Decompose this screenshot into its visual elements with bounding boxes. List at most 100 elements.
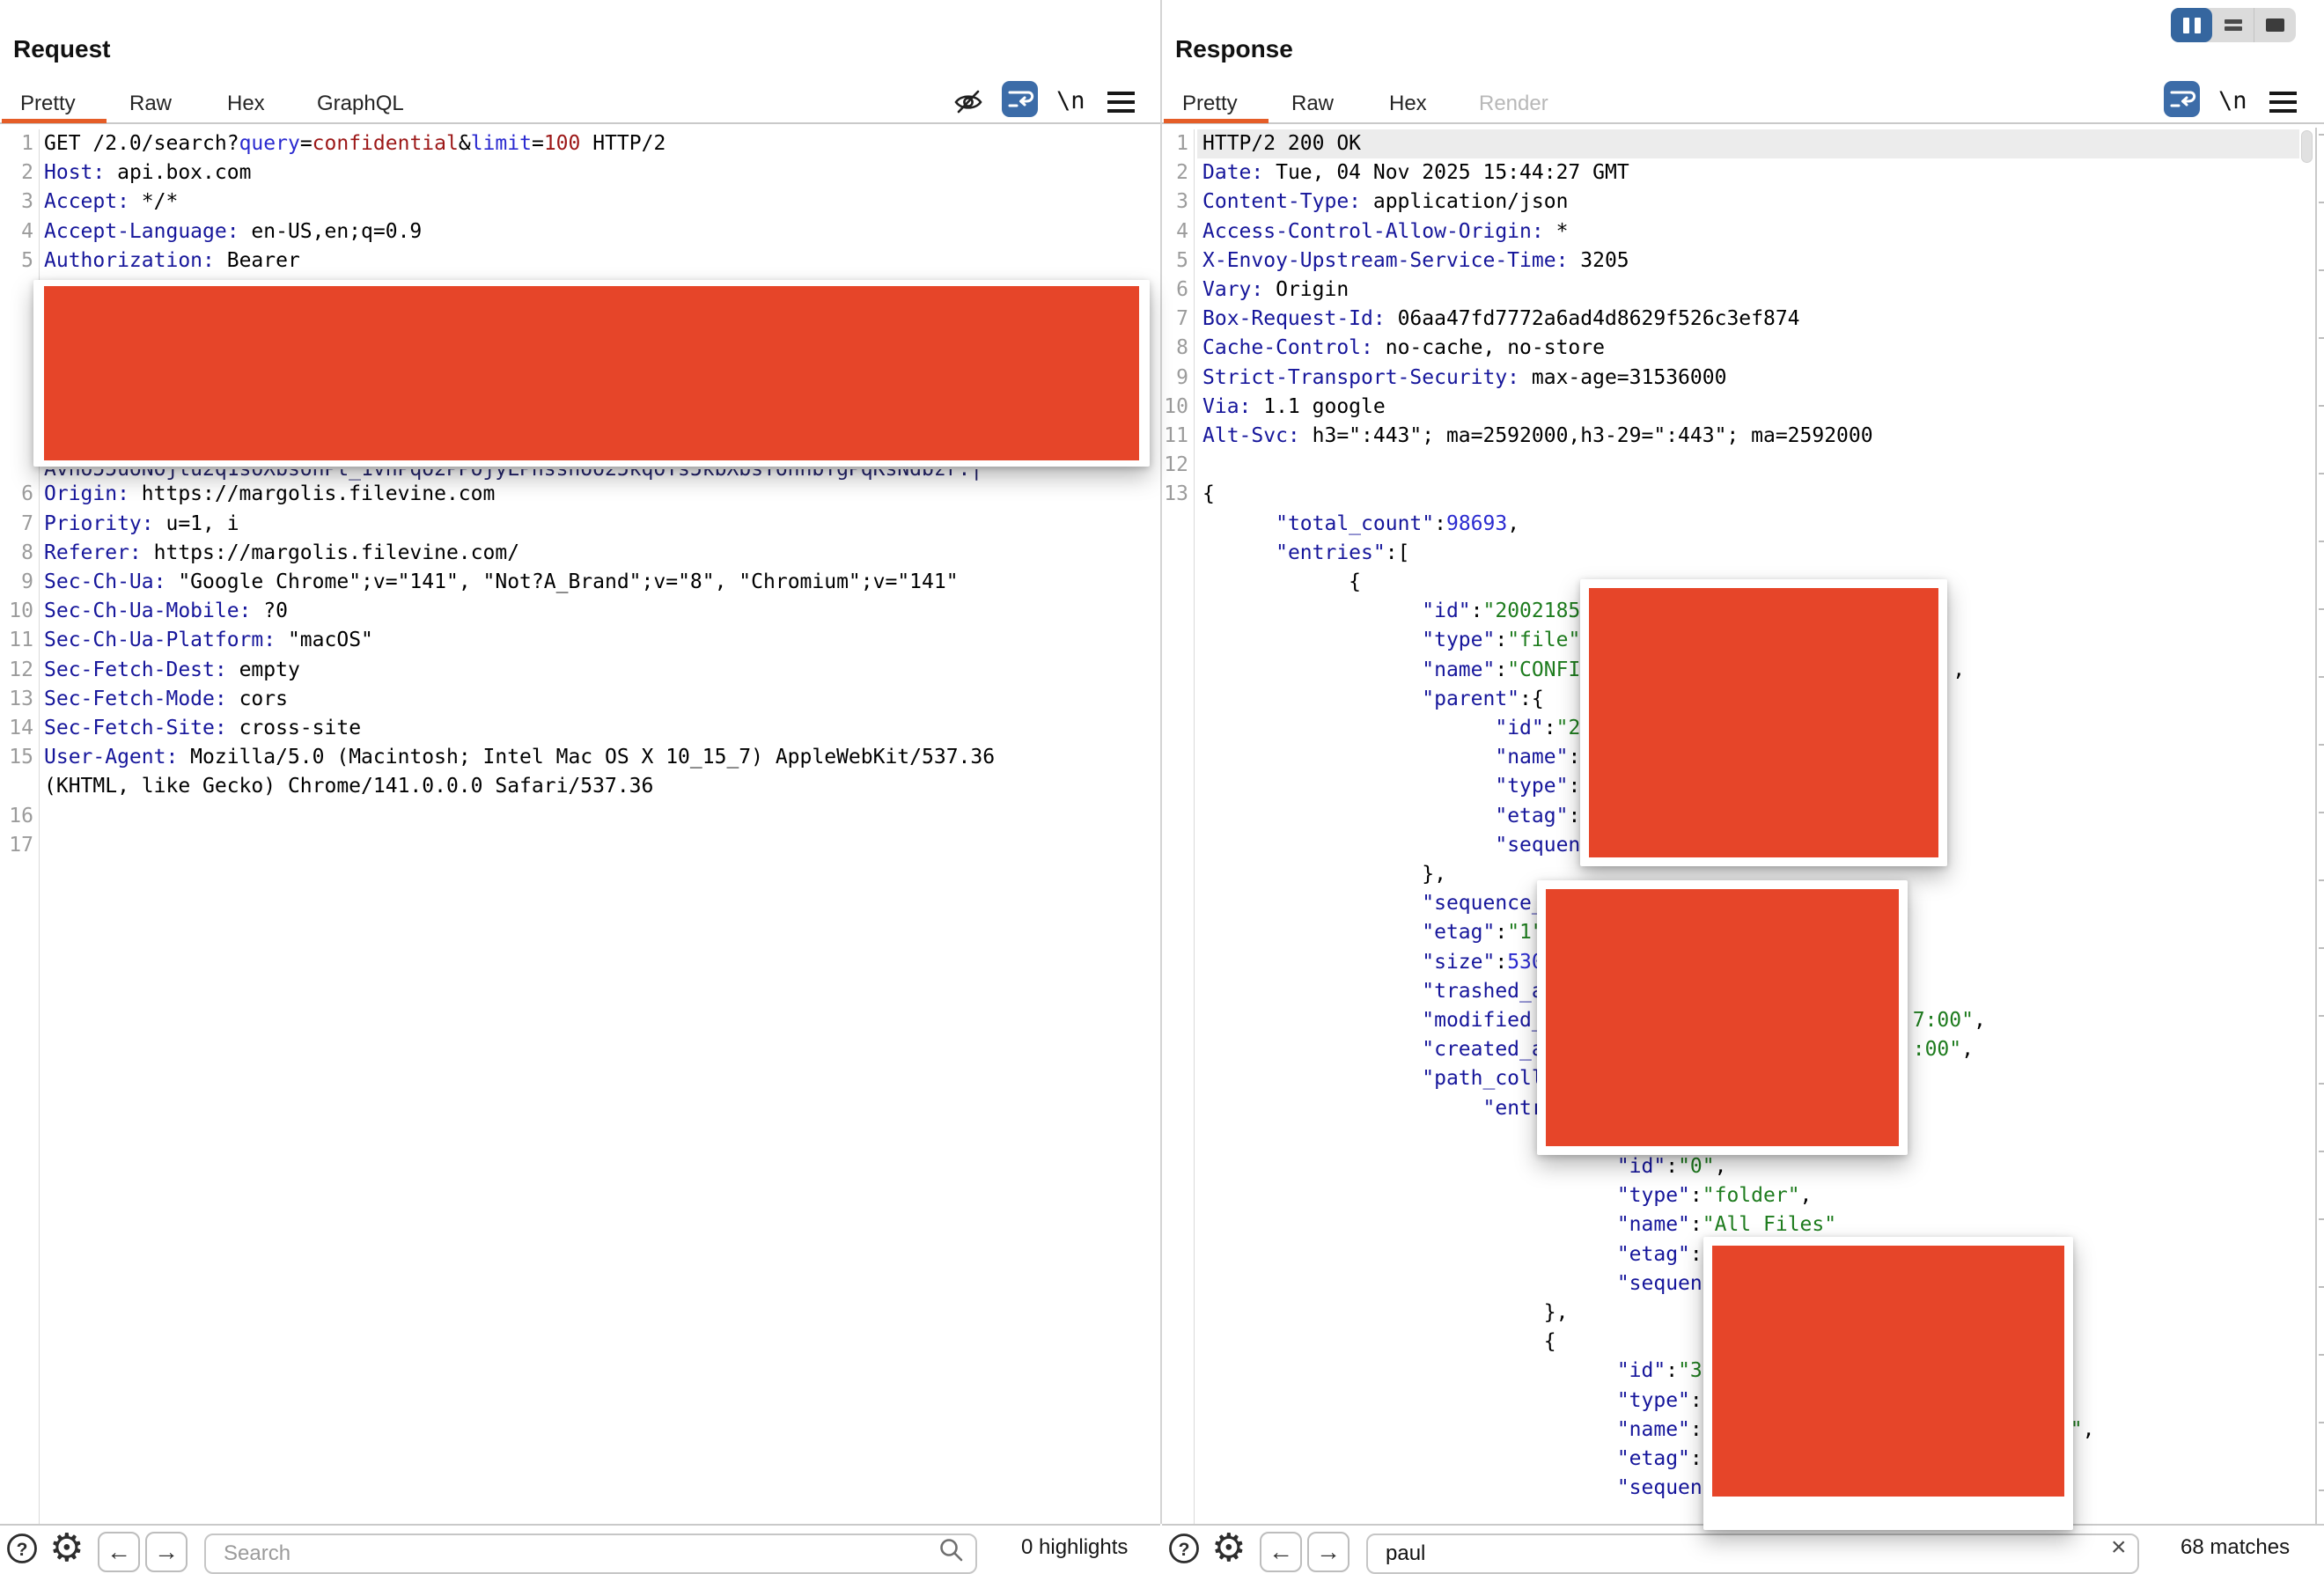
search-match-tick [2319, 1083, 2324, 1085]
code-line: 6Origin: https://margolis.filevine.com [0, 480, 1158, 510]
line-number: 2 [1162, 158, 1188, 188]
request-tab-raw[interactable]: Raw [129, 92, 172, 116]
line-number: 8 [0, 539, 33, 568]
search-match-tick [2319, 1286, 2324, 1288]
next-match-button[interactable]: → [1307, 1532, 1350, 1572]
code-line: 2Host: api.box.com [0, 158, 1158, 188]
code-line: "entries":[ [1162, 539, 2322, 569]
search-match-tick [2319, 676, 2324, 678]
search-match-tick [2319, 812, 2324, 813]
redaction-box-entry-2 [1537, 880, 1908, 1155]
line-number: 13 [1162, 480, 1188, 509]
response-panel-title: Response [1175, 35, 1293, 63]
svg-text:?: ? [1179, 1540, 1190, 1560]
line-number: 12 [0, 656, 33, 685]
code-line: 12Sec-Fetch-Dest: empty [0, 656, 1158, 686]
settings-gear-icon[interactable]: ⚙ [1211, 1529, 1246, 1568]
scrollbar-thumb[interactable] [2301, 130, 2313, 163]
code-line: 4Access-Control-Allow-Origin: * [1162, 217, 2322, 247]
scroll-marker-column [2315, 128, 2324, 1524]
code-line: 6Vary: Origin [1162, 276, 2322, 305]
line-number: 11 [1162, 422, 1188, 451]
previous-match-button[interactable]: ← [1260, 1532, 1302, 1572]
single-view-button[interactable] [2254, 8, 2296, 42]
split-rows-view-button[interactable] [2212, 8, 2254, 42]
search-match-tick [2319, 1151, 2324, 1152]
help-icon[interactable]: ? [1167, 1531, 1202, 1570]
line-number: 16 [0, 802, 33, 831]
request-panel: Request Pretty Raw Hex GraphQL \n 1GE [0, 0, 1160, 1546]
response-tabbar-divider [1162, 122, 2324, 124]
editor-menu-button[interactable] [2269, 92, 2297, 118]
redaction-box-token [33, 280, 1150, 467]
settings-gear-icon[interactable]: ⚙ [49, 1529, 84, 1568]
help-icon[interactable]: ? [5, 1531, 40, 1570]
line-number: 7 [0, 510, 33, 539]
response-gutter-divider [1194, 129, 1195, 1524]
code-line: 5Authorization: Bearer [0, 246, 1158, 276]
split-columns-view-button[interactable] [2171, 8, 2212, 42]
previous-match-button[interactable]: ← [98, 1532, 140, 1572]
request-highlight-count: 0 highlights [1021, 1535, 1128, 1560]
request-tab-hex[interactable]: Hex [227, 92, 265, 116]
word-wrap-button[interactable] [2164, 81, 2200, 117]
line-number: 1 [1162, 129, 1188, 158]
single-pane-icon [2266, 18, 2284, 32]
code-line: 3Content-Type: application/json [1162, 188, 2322, 217]
clear-search-icon[interactable]: × [2111, 1533, 2127, 1563]
line-number: 6 [1162, 276, 1188, 305]
code-line: "total_count":98693, [1162, 510, 2322, 540]
line-number: 17 [0, 831, 33, 860]
response-search-input[interactable] [1366, 1534, 2139, 1574]
line-number: 15 [0, 743, 33, 772]
code-line: 17 [0, 831, 1158, 861]
line-number: 10 [1162, 393, 1188, 422]
code-line: 16 [0, 802, 1158, 832]
newline-toggle-button[interactable]: \n [2218, 87, 2247, 114]
line-number: 7 [1162, 305, 1188, 334]
code-line: 11Sec-Ch-Ua-Platform: "macOS" [0, 626, 1158, 656]
word-wrap-button[interactable] [1002, 81, 1038, 117]
line-number: 9 [1162, 364, 1188, 393]
search-icon [938, 1537, 965, 1568]
word-wrap-icon [2164, 81, 2200, 117]
code-line: 2Date: Tue, 04 Nov 2025 15:44:27 GMT [1162, 158, 2322, 188]
response-tab-pretty[interactable]: Pretty [1182, 92, 1238, 116]
line-number: 14 [0, 714, 33, 743]
search-match-tick [2319, 269, 2324, 271]
search-match-tick [2319, 1489, 2324, 1491]
next-match-button[interactable]: → [145, 1532, 188, 1572]
response-match-count: 68 matches [2181, 1535, 2290, 1560]
rows-icon [2225, 17, 2242, 33]
eye-off-icon[interactable] [951, 85, 986, 124]
line-number: 4 [1162, 217, 1188, 246]
search-match-tick [2319, 879, 2324, 881]
request-search-bar: ? ⚙ ← → 0 highlights [0, 1524, 1160, 1546]
search-match-tick [2319, 202, 2324, 203]
code-line: 3Accept: */* [0, 188, 1158, 217]
newline-toggle-button[interactable]: \n [1056, 87, 1085, 114]
response-active-tab-underline [1164, 119, 1269, 123]
code-line: "type":"folder", [1162, 1181, 2322, 1211]
response-tab-hex[interactable]: Hex [1389, 92, 1427, 116]
line-number: 12 [1162, 451, 1188, 480]
code-line: "id":"0", [1162, 1152, 2322, 1182]
code-line: 7Priority: u=1, i [0, 510, 1158, 540]
response-tab-render[interactable]: Render [1479, 92, 1548, 116]
line-number: 13 [0, 685, 33, 714]
http-inspector-window: Request Pretty Raw Hex GraphQL \n 1GE [0, 0, 2324, 1546]
request-tab-graphql[interactable]: GraphQL [317, 92, 404, 116]
search-match-tick [2319, 405, 2324, 407]
response-tab-raw[interactable]: Raw [1291, 92, 1334, 116]
code-line: 8Referer: https://margolis.filevine.com/ [0, 539, 1158, 569]
request-active-tab-underline [2, 119, 107, 123]
code-line: 4Accept-Language: en-US,en;q=0.9 [0, 217, 1158, 247]
search-match-tick [2319, 1015, 2324, 1017]
editor-menu-button[interactable] [1107, 92, 1135, 118]
code-line: 11Alt-Svc: h3=":443"; ma=2592000,h3-29="… [1162, 422, 2322, 452]
request-search-input[interactable] [204, 1534, 977, 1574]
redaction-box-entry-1 [1580, 579, 1947, 866]
request-tab-pretty[interactable]: Pretty [20, 92, 76, 116]
search-match-tick [2319, 473, 2324, 474]
search-match-tick [2319, 1422, 2324, 1423]
